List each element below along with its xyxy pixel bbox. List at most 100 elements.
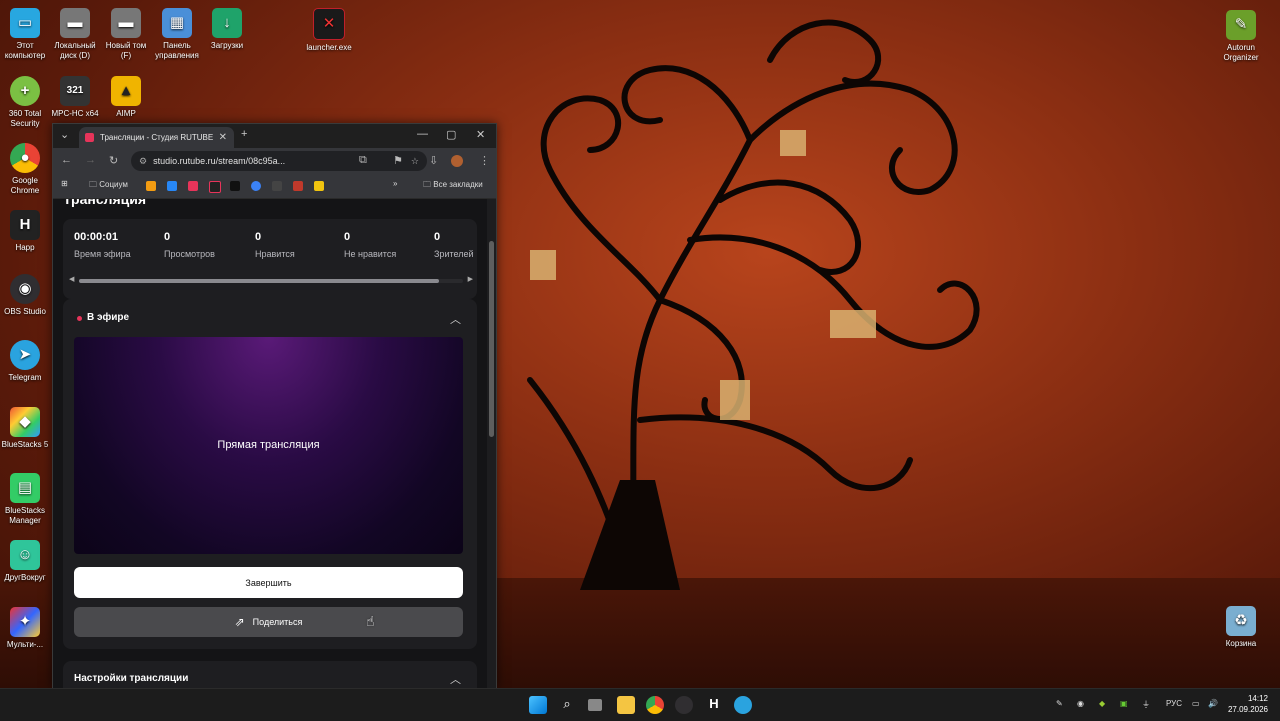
desktop-icon-multi[interactable]: ✦ Мульти-...: [0, 607, 50, 650]
desktop-icon-happ[interactable]: H Happ: [0, 210, 50, 253]
desktop-icon-bluestacks[interactable]: ◆ BlueStacks 5: [0, 407, 50, 450]
desktop-icon-360[interactable]: + 360 Total Security: [0, 76, 50, 129]
share-button[interactable]: ⇗ Поделиться: [74, 607, 463, 637]
scroll-left-icon[interactable]: ◀: [69, 275, 74, 283]
forward-icon[interactable]: →: [85, 154, 96, 166]
desktop-icon-bluestacks-manager[interactable]: ▤ BlueStacks Manager: [0, 473, 50, 526]
menu-icon[interactable]: ⋮: [479, 154, 490, 167]
desktop-icon-control-panel[interactable]: ▦ Панель управления: [152, 8, 202, 61]
profile-avatar[interactable]: [451, 155, 463, 167]
language-indicator[interactable]: РУС: [1166, 699, 1182, 708]
bookmark-youtube-icon[interactable]: [188, 181, 198, 191]
scroll-right-icon[interactable]: ▶: [468, 275, 473, 283]
download-icon[interactable]: ⇩: [429, 154, 438, 167]
rutube-favicon-icon: [85, 133, 94, 142]
control-panel-icon: ▦: [162, 8, 192, 38]
volume-icon[interactable]: 🔊: [1208, 699, 1218, 708]
chrome-taskbar-icon[interactable]: [646, 696, 664, 714]
maximize-icon[interactable]: ▢: [446, 128, 456, 141]
bookmark-star-icon[interactable]: ☆: [411, 156, 419, 167]
bookmark-star-site-icon[interactable]: [272, 181, 282, 191]
monitor-icon: ▭: [10, 8, 40, 38]
tray-usb-icon[interactable]: ⏚: [1142, 699, 1150, 710]
360-icon: +: [10, 76, 40, 106]
page-scrollbar[interactable]: [487, 199, 496, 688]
reload-icon[interactable]: ↻: [109, 154, 118, 167]
bluestacks-icon: ◆: [10, 407, 40, 437]
apps-icon[interactable]: ⊞: [61, 179, 68, 188]
stats-horizontal-scrollbar[interactable]: ◀ ▶: [69, 275, 473, 284]
downloads-icon: ↓: [212, 8, 242, 38]
drive-icon: ▬: [60, 8, 90, 38]
bookmark-icon[interactable]: ⚑: [393, 154, 403, 167]
search-icon[interactable]: ⌕: [558, 696, 576, 714]
desktop-icon-obs[interactable]: ◉ OBS Studio: [0, 274, 50, 317]
scroll-thumb[interactable]: [79, 279, 439, 283]
happ-taskbar-icon[interactable]: H: [705, 696, 723, 714]
network-icon[interactable]: ▭: [1192, 699, 1200, 708]
task-view-icon[interactable]: [588, 699, 602, 711]
tab-search-icon[interactable]: ⌄: [60, 128, 69, 141]
desktop-icon-disk-d[interactable]: ▬ Локальный диск (D): [50, 8, 100, 61]
stream-stats: 00:00:01 Время эфира 0 Просмотров 0 Нрав…: [63, 219, 477, 299]
desktop-icon-downloads[interactable]: ↓ Загрузки: [202, 8, 252, 51]
more-bookmarks-icon[interactable]: »: [393, 179, 397, 188]
desktop-icon-telegram[interactable]: ➤ Telegram: [0, 340, 50, 383]
mpc-icon: 321: [60, 76, 90, 106]
tray-nvidia-icon[interactable]: ▣: [1120, 699, 1128, 708]
chevron-up-icon[interactable]: ︿: [450, 311, 461, 327]
live-indicator-icon: [77, 316, 82, 321]
extension-icon[interactable]: ⧉: [359, 154, 367, 167]
desktop-icon-drugvokrug[interactable]: ☺ ДругВокруг: [0, 540, 50, 583]
end-stream-button[interactable]: Завершить: [74, 567, 463, 598]
back-icon[interactable]: ←: [61, 154, 72, 166]
file-explorer-icon[interactable]: [617, 696, 635, 714]
site-info-icon: ⚙: [139, 155, 148, 166]
chevron-up-icon[interactable]: ︿: [450, 671, 461, 687]
desktop-icon-recycle-bin[interactable]: ♻ Корзина: [1216, 606, 1266, 649]
bookmark-site-icon[interactable]: [251, 181, 261, 191]
bookmark-folder-socium[interactable]: 🗀 Социум: [89, 179, 128, 193]
telegram-icon: ➤: [10, 340, 40, 370]
page-scroll-thumb[interactable]: [489, 241, 494, 437]
new-tab-icon[interactable]: +: [241, 128, 247, 140]
close-tab-icon[interactable]: ✕: [219, 132, 227, 143]
settings-title: Настройки трансляции: [74, 673, 189, 684]
bookmark-yellow-icon[interactable]: [314, 181, 324, 191]
desktop-icon-disk-f[interactable]: ▬ Новый том (F): [101, 8, 151, 61]
start-icon[interactable]: [529, 696, 547, 714]
url-field[interactable]: ⚙ studio.rutube.ru/stream/08c95a... ☆: [131, 151, 427, 171]
live-card: В эфире ︿ Прямая трансляция Завершить ⇗ …: [63, 299, 477, 649]
video-player[interactable]: Прямая трансляция: [74, 337, 463, 554]
system-clock[interactable]: 14:12 27.09.2026: [1228, 693, 1268, 715]
taskbar: ⌕ H ✎ ◉ ◆ ▣ ⏚ РУС ▭ 🔊 14:12 27.09.2026: [0, 688, 1280, 721]
desktop-icon-aimp[interactable]: ▲ AIMP: [101, 76, 151, 119]
bookmark-ok-icon[interactable]: [146, 181, 156, 191]
stat-viewers: 0 Зрителей: [434, 231, 474, 259]
live-label: В эфире: [87, 312, 130, 323]
desktop-icon-launcher[interactable]: ✕ launcher.exe: [304, 8, 354, 53]
telegram-taskbar-icon[interactable]: [734, 696, 752, 714]
stat-airtime: 00:00:01 Время эфира: [74, 231, 131, 259]
desktop-icon-chrome[interactable]: ● Google Chrome: [0, 143, 50, 196]
desktop-icon-autorun[interactable]: ✎ Autorun Organizer: [1216, 10, 1266, 63]
tree-wallpaper-icon: [527, 19, 980, 590]
stat-likes: 0 Нравится: [255, 231, 295, 259]
desktop-icon-this-pc[interactable]: ▭ Этот компьютер: [0, 8, 50, 61]
bookmark-tiktok-icon[interactable]: [230, 181, 240, 191]
bookmark-rutube-icon[interactable]: [209, 181, 221, 193]
all-bookmarks[interactable]: 🗀 Все закладки: [423, 179, 483, 193]
obs-taskbar-icon[interactable]: [675, 696, 693, 714]
minimize-icon[interactable]: —: [417, 128, 428, 140]
stream-settings-section[interactable]: Настройки трансляции ︿: [63, 661, 477, 688]
close-window-icon[interactable]: ✕: [476, 128, 485, 141]
tray-obs-icon[interactable]: ◉: [1077, 699, 1084, 708]
active-tab[interactable]: Трансляции - Студия RUTUBE ✕: [79, 127, 234, 148]
page-title: Трансляция: [63, 199, 147, 207]
tray-pen-icon[interactable]: ✎: [1056, 699, 1063, 708]
bookmark-red-icon[interactable]: [293, 181, 303, 191]
title-bar: ⌄ Трансляции - Студия RUTUBE ✕ + — ▢ ✕: [53, 124, 496, 148]
desktop-icon-mpc[interactable]: 321 MPC-HC x64: [50, 76, 100, 119]
tray-360-icon[interactable]: ◆: [1099, 699, 1105, 708]
bookmark-vk-icon[interactable]: [167, 181, 177, 191]
